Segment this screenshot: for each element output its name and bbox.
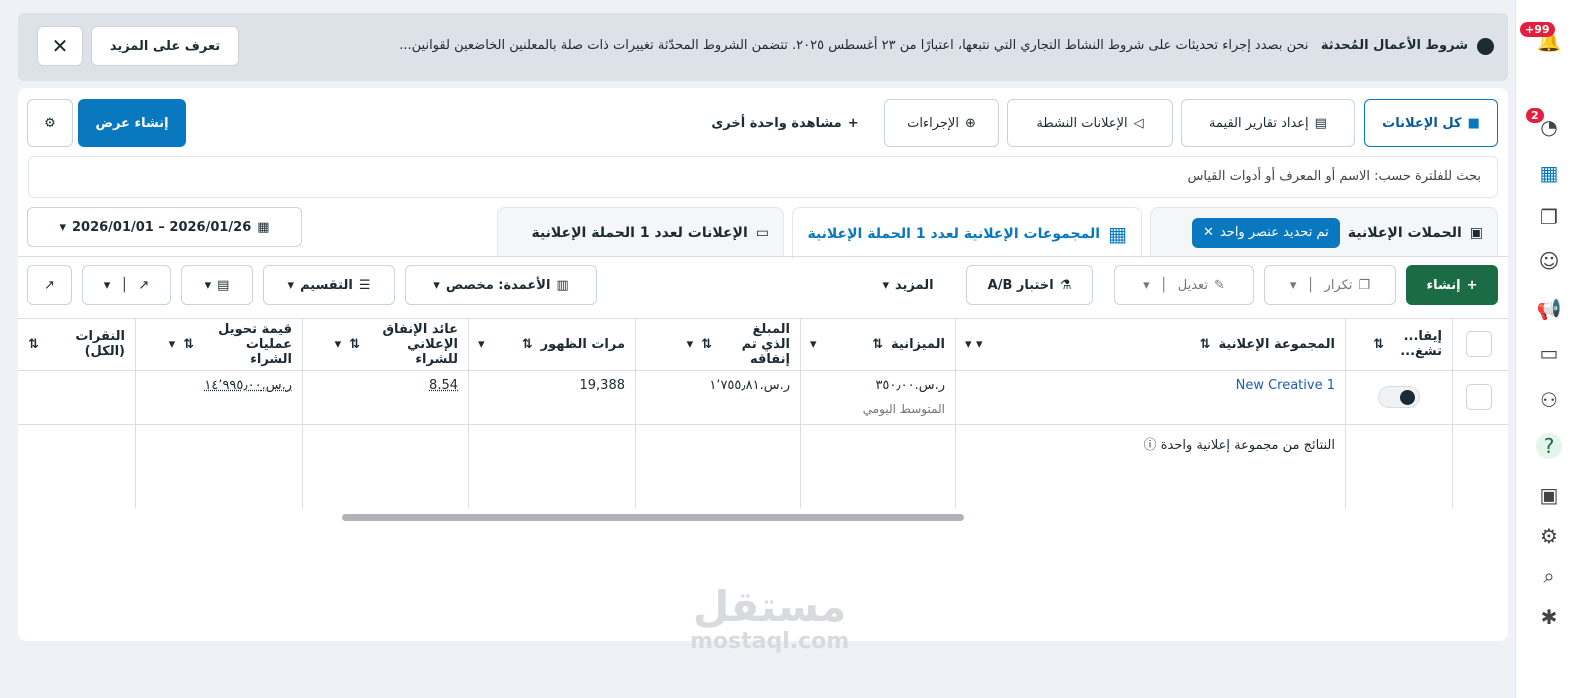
close-banner-button[interactable]: ✕ <box>37 26 83 66</box>
sliders-icon: ⚙ <box>44 115 56 131</box>
header-spent[interactable]: المبلغ الذي تم إنفاقه ⇅ ▾ <box>635 318 800 370</box>
reports-icon: ▤ <box>1314 115 1327 131</box>
banner-text: نحن بصدد إجراء تحديثات على شروط النشاط ا… <box>399 38 1309 53</box>
folder-icon: ■ <box>1467 115 1480 131</box>
row-checkbox[interactable] <box>1466 384 1492 410</box>
search-icon[interactable]: ⌕ <box>1536 563 1562 589</box>
impressions-value: 19,388 <box>579 378 626 393</box>
header-clicks[interactable]: النقرات (الكل) ⇅ <box>18 318 135 370</box>
more-button[interactable]: المزيد ▾ <box>860 265 956 305</box>
select-all-checkbox[interactable] <box>1466 331 1492 357</box>
header-adset[interactable]: المجموعة الإعلانية ⇅ ▾ ▾ <box>955 318 1345 370</box>
adset-toggle[interactable] <box>1378 386 1420 408</box>
megaphone-icon[interactable]: 📢 <box>1536 296 1562 322</box>
watermark: مستقل mostaql.com <box>690 582 850 655</box>
more-view-button[interactable]: + مشاهدة واحدة أخرى <box>695 99 875 147</box>
export-button[interactable]: ↗ │ ▾ <box>82 265 171 305</box>
value-reports-button[interactable]: ▤ إعداد تقارير القيمة <box>1181 99 1355 147</box>
horizontal-scrollbar[interactable] <box>342 514 964 521</box>
chevron-down-icon[interactable]: ▾ <box>1290 278 1297 293</box>
feedback-icon[interactable]: ▣ <box>1536 482 1562 508</box>
budget-type: المتوسط اليومي <box>862 402 945 416</box>
chevron-down-icon: ▾ <box>103 277 111 293</box>
copy-icon: ❐ <box>1358 277 1371 293</box>
alerts-badge: 2 <box>1526 108 1544 123</box>
bug-icon[interactable]: ✱ <box>1536 604 1562 630</box>
folder-icon: ▣ <box>1469 224 1483 241</box>
ab-test-button[interactable]: ⚗ اختبار A/B <box>966 265 1093 305</box>
audiences-icon[interactable]: ☺ <box>1536 248 1562 274</box>
create-view-button[interactable]: إنشاء عرض <box>78 99 186 147</box>
roas-value: 8.54 <box>429 378 458 393</box>
grid-icon: ▦ <box>1108 221 1127 246</box>
duplicate-button[interactable]: ❐ تكرار │ ▾ <box>1264 265 1396 305</box>
actions-button[interactable]: ⊕ الإجراءات <box>884 99 999 147</box>
chevron-down-icon: ▾ <box>287 277 295 293</box>
plus-icon: + <box>847 115 859 131</box>
send-icon: ◁ <box>1133 115 1144 131</box>
help-icon[interactable]: ? <box>1536 433 1562 459</box>
report-icon: ▤ <box>217 277 230 293</box>
info-icon <box>1477 38 1494 55</box>
summary-text: النتائج من مجموعة إعلانية واحدة ⓘ <box>1143 438 1335 453</box>
all-ads-button[interactable]: ■ كل الإعلانات <box>1364 99 1498 147</box>
tab-campaigns[interactable]: ▣ الحملات الإعلانية تم تحديد عنصر واحد ✕ <box>1150 207 1498 257</box>
header-budget[interactable]: الميزانية ⇅ ▾ <box>800 318 955 370</box>
selected-chip[interactable]: تم تحديد عنصر واحد ✕ <box>1192 217 1340 248</box>
header-toggle[interactable]: إيقا... تشغ... ⇅ <box>1345 318 1452 370</box>
date-range-picker[interactable]: ▦ 2026/01/01 – 2026/01/26 ▾ <box>27 207 302 247</box>
flask-icon: ⚗ <box>1059 277 1072 293</box>
clear-selection-icon[interactable]: ✕ <box>1203 225 1214 240</box>
edit-button[interactable]: ✎ تعديل │ ▾ <box>1114 265 1254 305</box>
reports-dropdown[interactable]: ▤ ▾ <box>181 265 253 305</box>
table-icon[interactable]: ▦ <box>1536 160 1562 186</box>
spent-value: ر.س.١٬٧٥٥٫٨١ <box>709 378 790 393</box>
settings-icon[interactable]: ⚙ <box>1536 523 1562 549</box>
pages-icon[interactable]: ❐ <box>1536 204 1562 230</box>
close-icon: ✕ <box>51 34 69 58</box>
header-roas[interactable]: عائد الإنفاق الإعلاني للشراء ⇅ ▾ <box>302 318 468 370</box>
tab-adsets[interactable]: ▦ المجموعات الإعلانية لعدد 1 الحملة الإعل… <box>792 207 1142 259</box>
budget-value: ر.س.٣٥٠٫٠٠ <box>875 378 945 393</box>
pencil-icon: ✎ <box>1213 277 1225 293</box>
business-icon[interactable]: ⚇ <box>1536 387 1562 413</box>
banner-title: شروط الأعمال المُحدثة <box>1320 38 1468 53</box>
ad-icon: ▭ <box>755 224 769 241</box>
chevron-down-icon: ▾ <box>433 277 440 293</box>
purchase-value: ر.س.١٤٬٩٩٥٫٠٠ <box>204 378 292 393</box>
header-purchase-value[interactable]: قيمة تحويل عمليات الشراء ⇅ ▾ <box>135 318 302 370</box>
chart-button[interactable]: ↗ <box>27 265 72 305</box>
calendar-icon: ▦ <box>257 219 270 235</box>
adsets-table: إيقا... تشغ... ⇅ المجموعة الإعلانية ⇅ ▾ ▾ ا… <box>18 318 1508 508</box>
search-input[interactable]: بحث للفلترة حسب: الاسم أو المعرف أو أدوا… <box>28 156 1498 198</box>
trend-chart-icon: ↗ <box>44 277 55 293</box>
right-sidebar: 🔔 +99 ◔ 2 ▦ ❐ ☺ 📢 ▭ ⚇ ? ▣ ⚙ ⌕ ✱ <box>1515 0 1588 698</box>
chevron-down-icon: ▾ <box>204 277 212 293</box>
chevron-down-icon: ▾ <box>59 219 66 235</box>
header-impressions[interactable]: مرات الظهور ⇅ ▾ <box>468 318 635 370</box>
announcement-banner: شروط الأعمال المُحدثة نحن بصدد إجراء تحد… <box>18 13 1508 81</box>
arrow-up-circle-icon: ⊕ <box>964 115 976 131</box>
create-button[interactable]: + إنشاء <box>1406 265 1498 305</box>
columns-button[interactable]: ▥ الأعمدة: مخصص ▾ <box>405 265 597 305</box>
plus-icon: + <box>1466 277 1478 293</box>
chevron-down-icon[interactable]: ▾ <box>1143 278 1150 293</box>
settings-sliders-button[interactable]: ⚙ <box>27 99 73 147</box>
export-icon: ↗ <box>138 277 150 293</box>
billing-icon[interactable]: ▭ <box>1536 340 1562 366</box>
tab-ads[interactable]: ▭ الإعلانات لعدد 1 الحملة الإعلانية <box>497 207 784 257</box>
info-icon: ⓘ <box>1143 438 1157 453</box>
chevron-down-icon: ▾ <box>882 277 889 293</box>
columns-icon: ▥ <box>556 277 569 293</box>
adset-name-link[interactable]: New Creative 1 <box>1226 378 1345 393</box>
active-ads-button[interactable]: ◁ الإعلانات النشطة <box>1007 99 1173 147</box>
learn-more-button[interactable]: تعرف على المزيد <box>91 26 239 66</box>
breakdown-button[interactable]: ☰ التقسيم ▾ <box>263 265 395 305</box>
notifications-badge: +99 <box>1520 22 1555 37</box>
breakdown-icon: ☰ <box>358 277 371 293</box>
